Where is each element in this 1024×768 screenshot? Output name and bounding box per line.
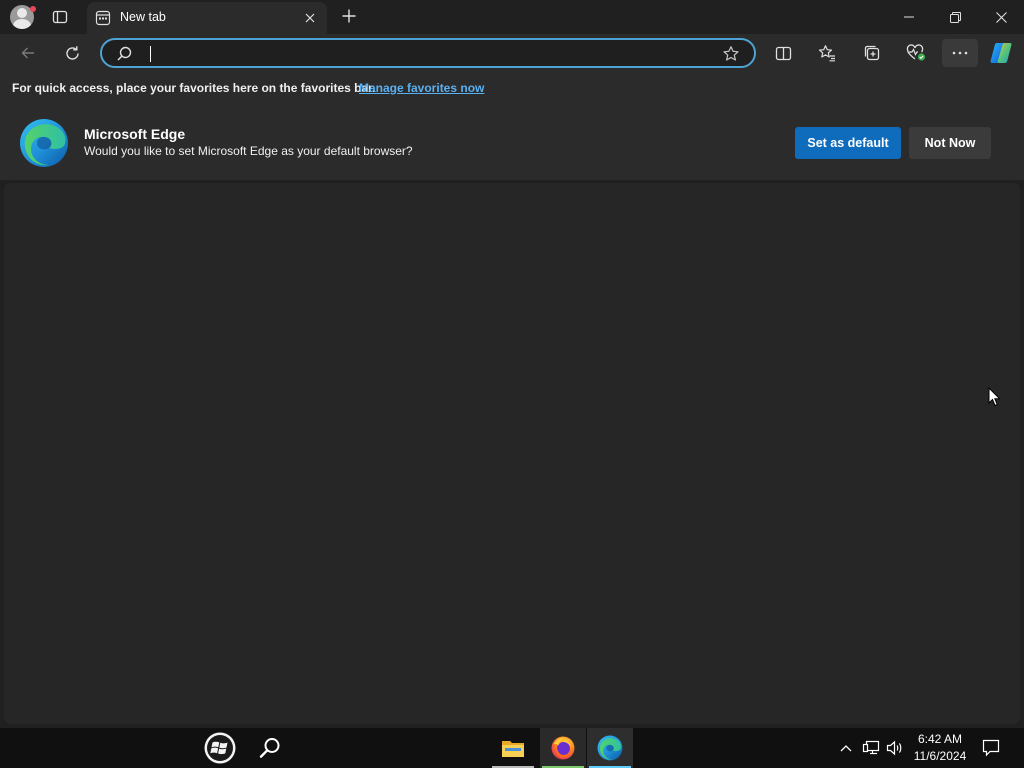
- start-icon: [204, 732, 236, 764]
- address-bar[interactable]: [100, 38, 756, 68]
- file-explorer-icon: [502, 741, 524, 757]
- copilot-button[interactable]: [986, 39, 1016, 67]
- tab-title: New tab: [120, 10, 166, 24]
- profile-button[interactable]: [0, 0, 44, 34]
- search-icon: [259, 738, 280, 758]
- favorites-bar-message: For quick access, place your favorites h…: [12, 81, 376, 95]
- minimize-icon: [904, 16, 914, 18]
- heart-pulse-icon: [906, 44, 926, 61]
- notification-icon: [982, 739, 1000, 757]
- search-icon: [117, 46, 132, 61]
- firefox-icon: [551, 736, 575, 760]
- chevron-up-icon: [840, 745, 852, 752]
- back-button[interactable]: [13, 39, 43, 67]
- text-caret: [150, 46, 151, 62]
- favorites-bar: For quick access, place your favorites h…: [0, 72, 1024, 102]
- split-screen-icon: [775, 46, 791, 60]
- clock-time: 6:42 AM: [917, 732, 963, 746]
- set-as-default-button[interactable]: Set as default: [795, 127, 901, 159]
- manage-favorites-link[interactable]: Manage favorites now: [359, 81, 484, 95]
- firefox-taskbar-button[interactable]: [540, 728, 586, 768]
- mouse-cursor-icon: [988, 387, 1001, 407]
- restore-icon: [949, 11, 961, 23]
- show-hidden-icons-button[interactable]: [836, 738, 856, 758]
- minimize-button[interactable]: [886, 0, 932, 34]
- banner-message: Would you like to set Microsoft Edge as …: [84, 144, 413, 158]
- favorites-button[interactable]: [812, 39, 842, 67]
- network-status-button[interactable]: [860, 738, 882, 758]
- edge-logo-icon: [20, 119, 68, 167]
- page-content[interactable]: [4, 183, 1020, 724]
- address-input[interactable]: [148, 43, 708, 63]
- file-explorer-taskbar-button[interactable]: [490, 728, 536, 768]
- collections-icon: [864, 45, 880, 61]
- edge-icon: [597, 735, 623, 761]
- settings-and-more-button[interactable]: [942, 39, 978, 67]
- close-tab-button[interactable]: [301, 9, 319, 27]
- tab-new-tab[interactable]: New tab: [87, 2, 327, 34]
- collections-button[interactable]: [857, 39, 887, 67]
- tab-actions-icon: [52, 10, 68, 24]
- profile-badge-icon: [30, 6, 36, 12]
- refresh-icon: [65, 45, 79, 60]
- title-bar: New tab: [0, 0, 1024, 34]
- banner-title: Microsoft Edge: [84, 126, 186, 142]
- windows-taskbar: 6:42 AM 11/6/2024: [0, 728, 1024, 768]
- close-window-icon: [995, 11, 1007, 23]
- ellipsis-icon: [952, 51, 968, 55]
- new-tab-button[interactable]: [338, 5, 360, 27]
- volume-button[interactable]: [884, 738, 906, 758]
- plus-icon: [342, 9, 356, 23]
- edge-taskbar-button[interactable]: [587, 728, 633, 768]
- add-favorite-star-icon[interactable]: [722, 45, 740, 63]
- taskbar-clock[interactable]: 6:42 AM 11/6/2024: [910, 731, 970, 765]
- arrow-left-icon: [21, 47, 34, 59]
- tab-actions-button[interactable]: [48, 6, 72, 28]
- refresh-button[interactable]: [57, 39, 87, 67]
- browser-essentials-button[interactable]: [901, 39, 931, 67]
- close-icon: [305, 13, 315, 23]
- close-window-button[interactable]: [978, 0, 1024, 34]
- start-button[interactable]: [197, 728, 243, 768]
- not-now-button[interactable]: Not Now: [909, 127, 991, 159]
- network-icon: [862, 740, 880, 755]
- new-tab-icon: [95, 10, 111, 26]
- copilot-icon: [990, 43, 1012, 63]
- default-browser-banner: Microsoft Edge Would you like to set Mic…: [0, 102, 1024, 180]
- clock-date: 11/6/2024: [913, 749, 967, 763]
- navigation-toolbar: [0, 34, 1024, 72]
- split-screen-button[interactable]: [768, 39, 798, 67]
- taskbar-search-button[interactable]: [247, 728, 293, 768]
- action-center-button[interactable]: [978, 736, 1004, 760]
- speaker-icon: [886, 740, 902, 756]
- restore-button[interactable]: [932, 0, 978, 34]
- favorites-star-list-icon: [818, 45, 835, 62]
